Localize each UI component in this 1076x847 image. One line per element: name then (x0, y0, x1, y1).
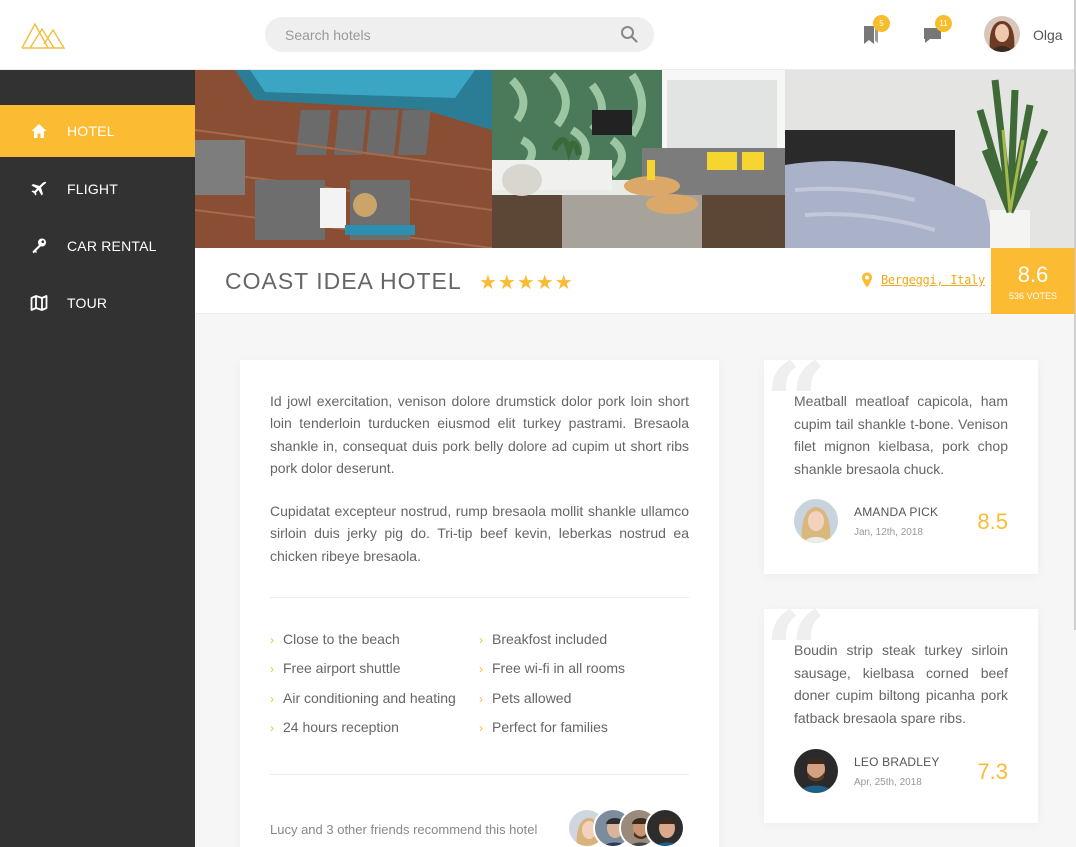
top-header: 5 11 Olga (0, 0, 1076, 70)
chevron-right-icon: › (270, 633, 274, 647)
amenity-item: › 24 hours reception (270, 719, 399, 735)
sidebar-item-tour[interactable]: TOUR (0, 277, 195, 329)
location-pin-icon (862, 272, 872, 288)
description-card: Id jowl exercitation, venison dolore dru… (240, 360, 719, 847)
review-score: 7.3 (977, 759, 1008, 784)
chevron-right-icon: › (479, 633, 483, 647)
mountain-logo-icon[interactable] (20, 18, 66, 52)
messages-badge: 11 (935, 15, 952, 32)
plane-icon (31, 181, 47, 196)
reviewer-name: AMANDA PICK (854, 505, 939, 519)
user-name[interactable]: Olga (1033, 27, 1063, 43)
friend-avatars (567, 808, 687, 847)
amenity-item: › Pets allowed (479, 690, 572, 706)
amenity-item: › Air conditioning and heating (270, 690, 456, 706)
amenity-item: › Close to the beach (270, 631, 400, 647)
review-card: “ Boudin strip steak turkey sirloin saus… (764, 597, 1038, 823)
hotel-title-bar: COAST IDEA HOTEL ★★★★★ Bergeggi, Italy 8… (195, 248, 1075, 314)
chevron-right-icon: › (270, 721, 274, 735)
sidebar-item-label: HOTEL (67, 123, 115, 139)
hotel-score: 8.6 (1017, 262, 1049, 287)
divider (270, 597, 689, 598)
friends-recommend-text: Lucy and 3 other friends recommend this … (270, 822, 538, 837)
hotel-score-badge: 8.6 536 VOTES (991, 248, 1075, 314)
sidebar-item-car-rental[interactable]: CAR RENTAL (0, 220, 195, 272)
home-icon (31, 124, 47, 138)
review-card: “ Meatball meatloaf capicola, ham cupim … (764, 348, 1038, 574)
photo-bedroom[interactable] (785, 70, 1074, 248)
amenity-item: › Free wi-fi in all rooms (479, 660, 626, 676)
sidebar-item-label: TOUR (67, 295, 108, 311)
user-avatar[interactable] (984, 16, 1020, 52)
sidebar: HOTEL FLIGHT CAR RENTAL TOUR (0, 70, 195, 847)
sidebar-item-hotel[interactable]: HOTEL (0, 105, 195, 157)
amenity-item: › Perfect for families (479, 719, 608, 735)
reviewer-avatar[interactable] (794, 749, 838, 793)
location-link[interactable]: Bergeggi, Italy (881, 273, 985, 287)
description-paragraph: Id jowl exercitation, venison dolore dru… (270, 393, 689, 476)
star-rating: ★★★★★ (479, 272, 574, 294)
amenity-item: › Breakfost included (479, 631, 608, 647)
review-score: 8.5 (977, 509, 1008, 534)
review-text: Meatball meatloaf capicola, ham cupim ta… (794, 393, 1008, 477)
divider (270, 774, 689, 775)
chevron-right-icon: › (270, 662, 274, 676)
review-date: Apr, 25th, 2018 (854, 777, 922, 788)
review-text: Boudin strip steak turkey sirloin sausag… (794, 642, 1008, 726)
description-paragraph: Cupidatat excepteur nostrud, rump bresao… (270, 503, 689, 564)
reviewer-avatar[interactable] (794, 499, 838, 543)
search-icon[interactable] (620, 25, 638, 43)
friend-avatar[interactable] (645, 808, 685, 847)
bookmarks-badge: 5 (873, 15, 890, 32)
sidebar-item-label: FLIGHT (67, 181, 118, 197)
hotel-name: COAST IDEA HOTEL (225, 268, 462, 294)
photo-living-room[interactable] (492, 70, 785, 248)
bookmarks-button[interactable]: 5 (860, 15, 890, 46)
chevron-right-icon: › (479, 692, 483, 706)
sidebar-item-flight[interactable]: FLIGHT (0, 163, 195, 215)
chevron-right-icon: › (479, 662, 483, 676)
search-input[interactable] (265, 17, 605, 52)
map-icon (30, 295, 48, 311)
search-bar (265, 17, 654, 52)
messages-button[interactable]: 11 (922, 15, 952, 46)
sidebar-item-label: CAR RENTAL (67, 238, 157, 254)
amenity-item: › Free airport shuttle (270, 660, 401, 676)
review-date: Jan, 12th, 2018 (854, 527, 923, 538)
chevron-right-icon: › (270, 692, 274, 706)
vote-count: 536 VOTES (1008, 291, 1058, 301)
photo-pool[interactable] (195, 70, 492, 248)
reviewer-name: LEO BRADLEY (854, 755, 940, 769)
hotel-photo-gallery (195, 70, 1074, 248)
chevron-right-icon: › (479, 721, 483, 735)
key-icon (32, 238, 46, 254)
